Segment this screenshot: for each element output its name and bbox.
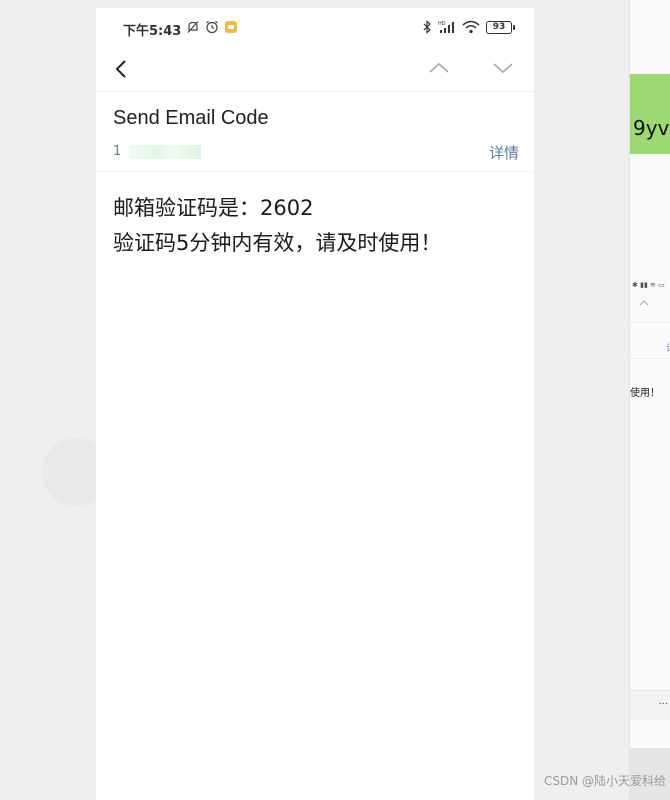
sender-address: 1 — [113, 144, 122, 159]
status-bar: 下午5:43 HD 93 — [96, 8, 534, 46]
up-chevron-icon[interactable] — [426, 58, 452, 78]
down-chevron-icon[interactable] — [490, 58, 516, 78]
bluetooth-icon — [423, 20, 431, 34]
status-right-icons: HD 93 — [422, 18, 515, 36]
adjacent-window-panel: 9yv8 ✱ ▮▮ ≋ ▭ 详 使用！ ... — [629, 0, 670, 800]
email-subject: Send Email Code — [113, 107, 269, 129]
email-header: Send Email Code 1 详情 — [96, 92, 534, 172]
csdn-watermark: CSDN @陆小天爱科给 — [543, 774, 666, 788]
mini-details-link: 详 — [666, 341, 670, 354]
mini-up-chevron-icon — [639, 300, 649, 306]
email-navbar — [96, 46, 534, 92]
back-icon[interactable] — [110, 55, 134, 83]
details-link[interactable]: 详情 — [489, 142, 519, 163]
mini-status-icons: ✱ ▮▮ ≋ ▭ — [632, 281, 665, 289]
hd-signal-icon: HD — [438, 21, 454, 33]
phone-screenshot: 下午5:43 HD 93 Send Email Code 1 详情 邮箱验证码是… — [96, 8, 534, 800]
body-line-2: 验证码5分钟内有效，请及时使用！ — [113, 231, 442, 255]
status-time: 下午5:43 — [123, 24, 182, 39]
mini-more-ellipsis[interactable]: ... — [658, 696, 668, 707]
mini-divider — [630, 322, 670, 323]
sender-redacted-blur — [129, 144, 202, 159]
body-line-1: 邮箱验证码是：2602 — [113, 196, 314, 220]
mini-body-text: 使用！ — [630, 388, 660, 399]
email-body: 邮箱验证码是：2602 验证码5分钟内有效，请及时使用！ — [113, 191, 441, 261]
bell-muted-icon — [187, 21, 199, 33]
battery-icon: 93 — [486, 20, 515, 34]
svg-text:HD: HD — [438, 21, 446, 27]
alarm-icon — [206, 21, 218, 34]
partial-code-text: 9yv8 — [633, 116, 670, 140]
status-left-icons — [186, 18, 238, 36]
code-highlight-box: 9yv8 — [630, 74, 670, 154]
wifi-icon — [462, 20, 480, 34]
app-notification-icon — [225, 21, 237, 33]
email-sender[interactable]: 1 — [113, 144, 202, 159]
mini-divider-2 — [630, 358, 670, 359]
